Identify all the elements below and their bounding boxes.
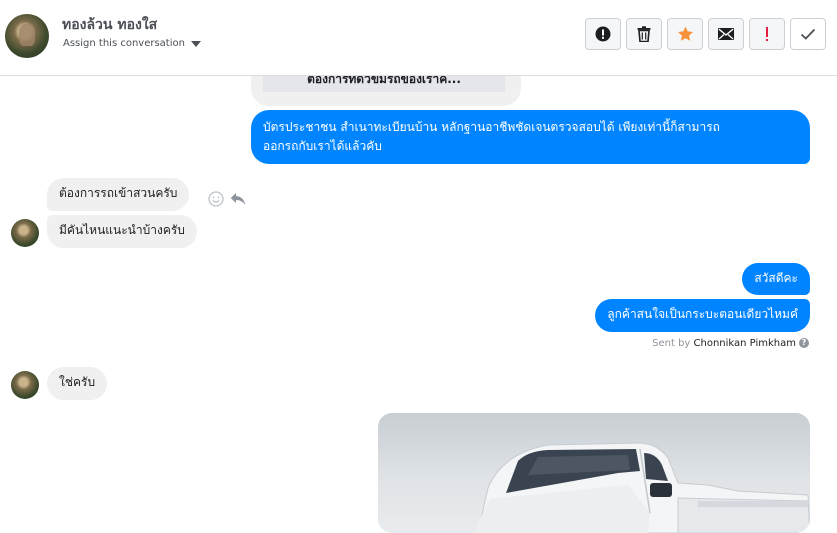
mark-unread-button[interactable] (708, 18, 744, 50)
conversation-header: ทองล้วน ทองใส Assign this conversation (0, 0, 837, 76)
image-attachment[interactable] (378, 413, 810, 533)
contact-avatar[interactable] (5, 14, 49, 58)
check-icon (800, 28, 816, 40)
trash-icon (637, 26, 651, 42)
assign-conversation-dropdown[interactable]: Assign this conversation (63, 38, 201, 49)
message-bubble-outgoing[interactable]: สวัสดีคะ (742, 263, 810, 295)
star-button[interactable] (667, 18, 703, 50)
message-text: ลูกค้าสนใจเป็นกระบะตอนเดียวไหมคํ (607, 307, 798, 321)
delete-button[interactable] (626, 18, 662, 50)
star-icon (677, 26, 693, 41)
sender-avatar[interactable] (11, 371, 39, 399)
message-bubble-outgoing[interactable]: บัตรประชาชน สำเนาทะเบียนบ้าน หลักฐานอาชี… (251, 110, 810, 164)
emoji-react-icon[interactable] (208, 191, 224, 207)
conversation-toolbar (585, 18, 826, 50)
important-button[interactable] (749, 18, 785, 50)
sent-by-name[interactable]: Chonnikan Pimkham (694, 338, 796, 349)
message-bubble-outgoing[interactable]: ลูกค้าสนใจเป็นกระบะตอนเดียวไหมคํ (595, 299, 810, 332)
message-text-line: ออกรถกับเราได้แล้วคับ (263, 139, 382, 153)
envelope-icon (718, 28, 734, 40)
message-bubble-incoming[interactable]: ใช่ครับ (47, 367, 108, 400)
caret-down-icon (190, 40, 201, 47)
message-text-line: บัตรประชาชน สำเนาทะเบียนบ้าน หลักฐานอาชี… (263, 120, 720, 134)
assign-label: Assign this conversation (63, 38, 185, 49)
message-bubble-incoming[interactable]: มีคันไหนแนะนำบ้างครับ (47, 215, 197, 248)
pickup-truck-photo (473, 442, 810, 533)
message-text: ใช่ครับ (59, 375, 96, 389)
sender-avatar[interactable] (11, 219, 39, 247)
alert-circle-icon (595, 26, 611, 42)
sent-by-prefix: Sent by (652, 338, 691, 349)
exclamation-icon (766, 27, 768, 41)
message-text: ต้องการรถเข้าสวนครับ (59, 186, 178, 200)
message-text: สวัสดีคะ (754, 271, 798, 285)
help-icon[interactable]: ? (799, 338, 809, 348)
done-button[interactable] (790, 18, 826, 50)
sent-by-label: Sent by Chonnikan Pimkham (652, 338, 796, 349)
reply-icon[interactable] (230, 192, 246, 206)
message-text: มีคันไหนแนะนำบ้างครับ (59, 223, 185, 237)
spam-button[interactable] (585, 18, 621, 50)
message-actions (208, 191, 246, 207)
contact-name[interactable]: ทองล้วน ทองใส (62, 14, 157, 36)
message-bubble-incoming[interactable]: ต้องการรถเข้าสวนครับ (47, 178, 190, 211)
